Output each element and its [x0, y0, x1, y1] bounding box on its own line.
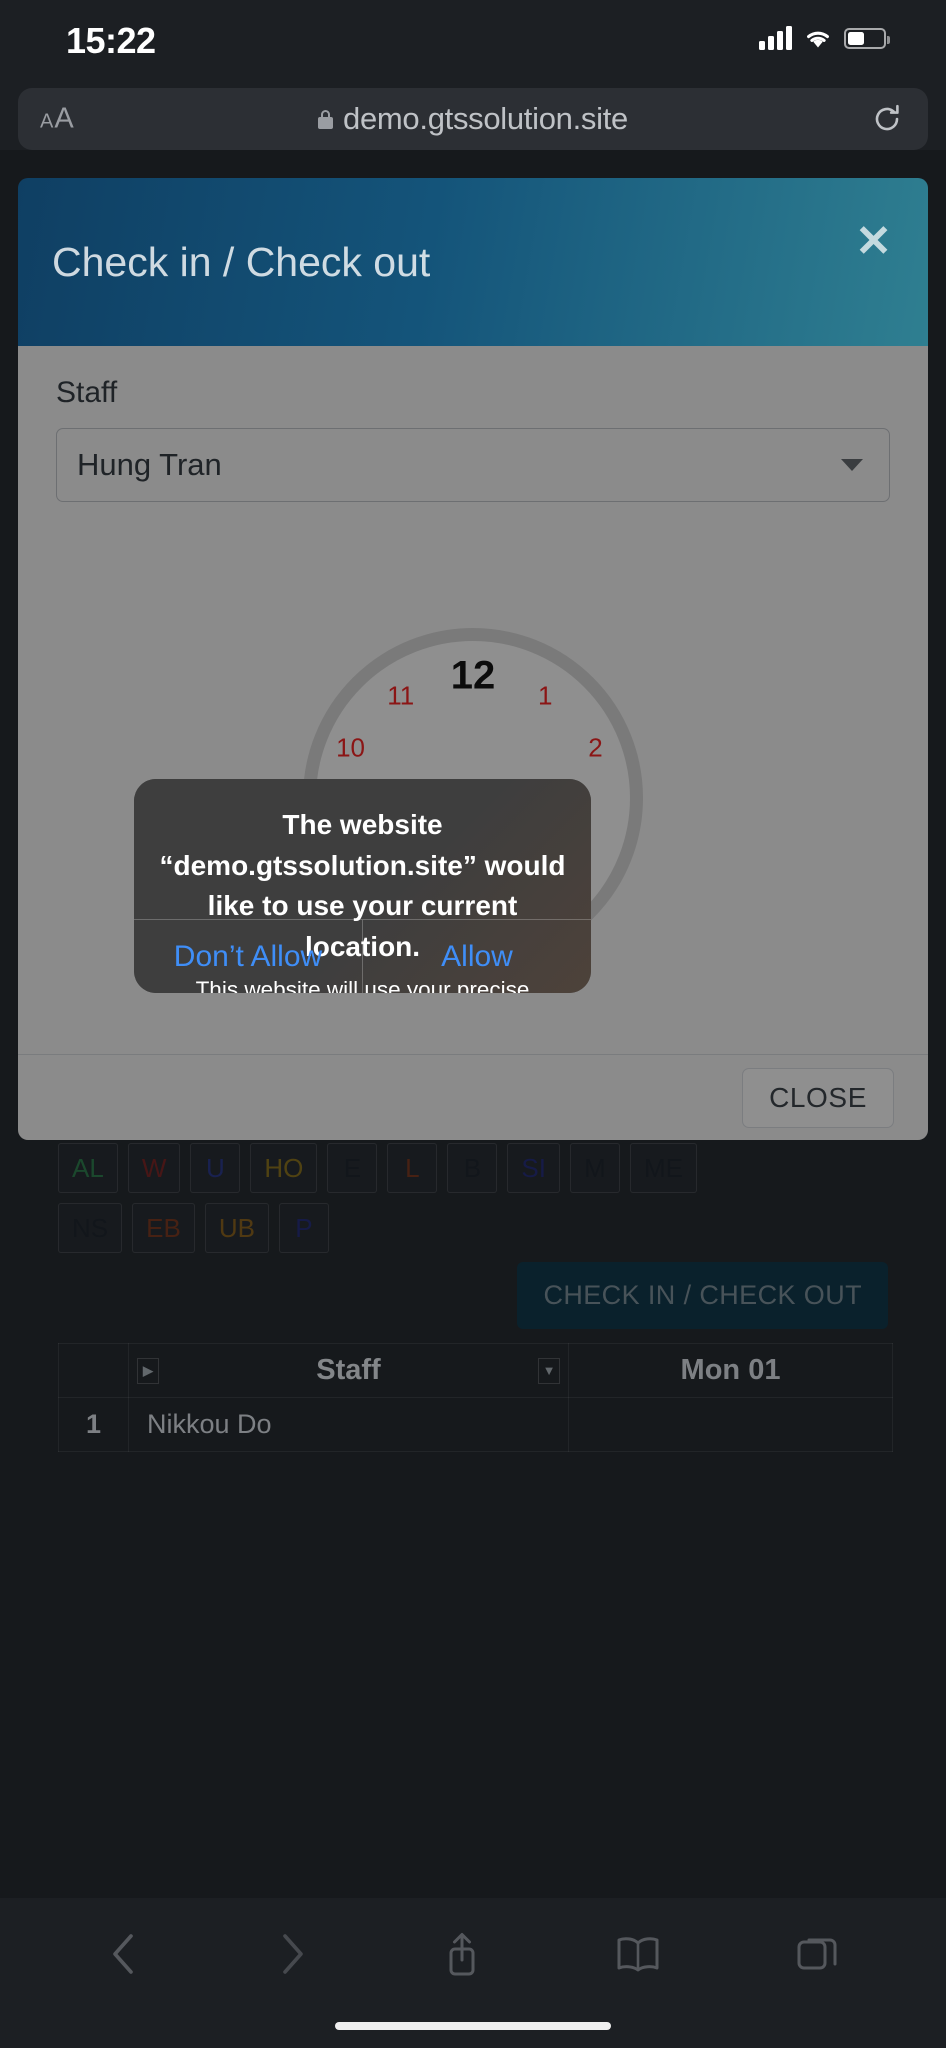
status-indicators [759, 26, 890, 50]
browser-toolbar [0, 1898, 946, 2048]
check-in-out-modal: Check in / Check out ✕ Staff Hung Tran 1… [18, 178, 928, 1140]
clock-number-11: 11 [387, 680, 415, 711]
clock-number-1: 1 [537, 680, 553, 711]
share-icon[interactable] [443, 1930, 481, 1983]
modal-footer: CLOSE [18, 1054, 928, 1140]
url-text: demo.gtssolution.site [343, 101, 628, 136]
cellular-signal-icon [759, 26, 792, 50]
allow-button[interactable]: Allow [362, 920, 591, 993]
lock-icon [318, 109, 334, 129]
dont-allow-button[interactable]: Don’t Allow [134, 920, 362, 993]
status-bar: 15:22 [0, 0, 946, 80]
alert-actions: Don’t Allow Allow [134, 919, 591, 993]
clock-number-10: 10 [336, 732, 365, 763]
clock-number-2: 2 [588, 732, 603, 763]
reload-icon[interactable] [872, 104, 902, 134]
staff-select-value: Hung Tran [77, 447, 222, 482]
text-size-button[interactable]: AA [40, 103, 74, 136]
url-display[interactable]: demo.gtssolution.site [18, 101, 928, 137]
browser-address-bar[interactable]: AA demo.gtssolution.site [18, 88, 928, 150]
battery-icon [844, 27, 890, 49]
staff-select[interactable]: Hung Tran [56, 428, 890, 502]
text-size-large-label: A [54, 102, 74, 135]
chevron-right-icon[interactable] [275, 1931, 309, 1982]
modal-title: Check in / Check out [52, 238, 431, 285]
staff-field-label: Staff [56, 376, 118, 409]
chevron-down-icon [841, 459, 863, 471]
clock-number-12: 12 [450, 653, 496, 698]
status-time: 15:22 [66, 20, 156, 61]
toolbar-icons [0, 1916, 946, 1996]
chevron-left-icon[interactable] [107, 1931, 141, 1982]
tabs-icon[interactable] [795, 1932, 839, 1981]
modal-header: Check in / Check out ✕ [18, 178, 928, 346]
location-permission-alert: The website “demo.gtssolution.site” woul… [134, 779, 591, 993]
book-icon[interactable] [615, 1934, 661, 1979]
modal-close-button[interactable]: CLOSE [742, 1067, 894, 1128]
close-icon[interactable]: ✕ [855, 220, 892, 264]
wifi-icon [804, 27, 832, 49]
home-indicator [335, 2022, 611, 2030]
text-size-small-label: A [40, 110, 54, 133]
iphone-screen: AL W U HO E L B SI M ME NS EB UB P CHECK… [0, 0, 946, 2048]
